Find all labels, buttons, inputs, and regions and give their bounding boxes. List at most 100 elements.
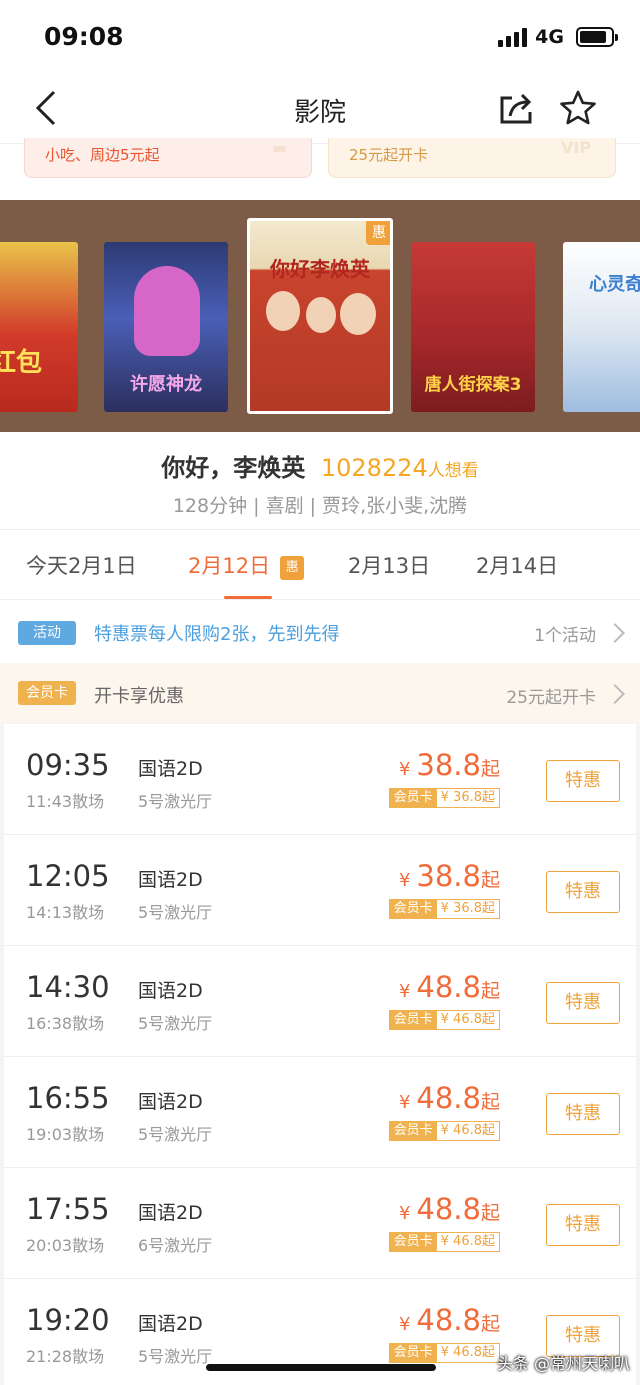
session-start-time: 17:55	[26, 1192, 110, 1226]
want-count: 1028224	[320, 454, 428, 482]
poster-item-selected[interactable]: 你好李焕英 惠	[247, 218, 393, 414]
session-row[interactable]: 14:30 16:38散场 国语2D 5号激光厅 ¥48.8起 会员卡 ¥ 46.…	[4, 946, 636, 1057]
session-row[interactable]: 12:05 14:13散场 国语2D 5号激光厅 ¥38.8起 会员卡 ¥ 36.…	[4, 835, 636, 946]
price-amount: 48.8	[416, 970, 481, 1004]
session-price: ¥48.8起	[399, 1192, 500, 1226]
session-end-time: 20:03散场	[26, 1236, 105, 1255]
member-price: ¥ 36.8起	[440, 901, 495, 916]
session-price: ¥48.8起	[399, 1081, 500, 1115]
member-price-badge: 会员卡 ¥ 36.8起	[388, 899, 500, 919]
poster-item[interactable]: 唐人街探案3	[411, 242, 535, 412]
poster-art: 你好李焕英	[250, 221, 390, 411]
member-price-badge: 会员卡 ¥ 46.8起	[388, 1232, 500, 1252]
chevron-right-icon	[605, 623, 625, 643]
buy-discount-button[interactable]: 特惠	[546, 1204, 620, 1246]
watermark: 头条 @常州天喇叭	[496, 1354, 630, 1373]
activity-count: 1个活动	[534, 626, 596, 646]
movie-info: 你好，李焕英 1028224人想看 128分钟 | 喜剧 | 贾玲,张小斐,沈腾	[0, 432, 640, 530]
tab-date-active[interactable]: 2月12日惠	[188, 550, 305, 580]
poster-item[interactable]: 心灵奇旅	[563, 242, 640, 412]
chevron-right-icon	[605, 684, 625, 704]
session-end-time: 16:38散场	[26, 1014, 105, 1033]
session-start-time: 16:55	[26, 1081, 110, 1115]
poster-carousel[interactable]: 红包 许愿神龙 你好李焕英 惠 唐人街探案3 心灵奇旅	[0, 200, 640, 432]
session-row[interactable]: 17:55 20:03散场 国语2D 6号激光厅 ¥48.8起 会员卡 ¥ 46.…	[4, 1168, 636, 1279]
tab-date[interactable]: 2月13日	[348, 550, 430, 580]
person-figure	[306, 297, 336, 333]
page-title: 影院	[293, 98, 346, 128]
session-start-time: 09:35	[26, 748, 110, 782]
poster-title: 许愿神龙	[130, 374, 202, 395]
session-start-time: 14:30	[26, 970, 110, 1004]
movie-meta: 128分钟 | 喜剧 | 贾玲,张小斐,沈腾	[172, 495, 468, 517]
member-price: ¥ 46.8起	[440, 1123, 495, 1138]
session-hall: 5号激光厅	[138, 1125, 213, 1144]
promo-snacks[interactable]: 小吃、周边5元起 ▬	[24, 138, 312, 178]
activity-row[interactable]: 活动 特惠票每人限购2张，先到先得 1个活动	[0, 601, 640, 663]
home-indicator[interactable]	[206, 1364, 436, 1371]
currency-symbol: ¥	[398, 1092, 411, 1113]
activity-tag: 活动	[18, 621, 76, 645]
share-icon[interactable]	[496, 88, 536, 128]
price-suffix: 起	[480, 758, 500, 780]
vip-deco: VIP	[560, 138, 591, 157]
tab-date-label: 2月12日	[188, 554, 271, 578]
member-price: ¥ 36.8起	[440, 790, 495, 805]
price-amount: 48.8	[416, 1081, 481, 1115]
promo-vip[interactable]: 25元起开卡 VIP	[328, 138, 616, 178]
session-price: ¥48.8起	[399, 970, 500, 1004]
status-indicators: 4G	[498, 26, 618, 48]
session-row[interactable]: 09:35 11:43散场 国语2D 5号激光厅 ¥38.8起 会员卡 ¥ 36.…	[4, 724, 636, 835]
network-type: 4G	[535, 26, 564, 48]
poster-art: 唐人街探案3	[411, 242, 535, 412]
session-row[interactable]: 16:55 19:03散场 国语2D 5号激光厅 ¥48.8起 会员卡 ¥ 46.…	[4, 1057, 636, 1168]
discount-badge: 惠	[280, 556, 305, 580]
status-time: 09:08	[44, 22, 124, 51]
session-start-time: 12:05	[26, 859, 110, 893]
member-price: ¥ 46.8起	[440, 1345, 495, 1360]
tab-date-today[interactable]: 今天2月1日	[26, 550, 137, 580]
price-suffix: 起	[480, 1091, 500, 1113]
member-price: 25元起开卡	[506, 688, 596, 708]
battery-icon	[576, 27, 618, 47]
tab-date[interactable]: 2月14日	[476, 550, 558, 580]
session-hall: 5号激光厅	[138, 792, 213, 811]
price-amount: 38.8	[416, 859, 481, 893]
buy-discount-button[interactable]: 特惠	[546, 1093, 620, 1135]
star-icon[interactable]	[556, 86, 600, 130]
status-bar: 09:08 4G	[0, 0, 640, 72]
price-amount: 48.8	[416, 1192, 481, 1226]
member-tag: 会员卡	[18, 681, 76, 705]
currency-symbol: ¥	[398, 759, 411, 780]
price-suffix: 起	[480, 1313, 500, 1335]
member-price-badge: 会员卡 ¥ 46.8起	[388, 1121, 500, 1141]
buy-discount-button[interactable]: 特惠	[546, 982, 620, 1024]
session-hall: 5号激光厅	[138, 1347, 213, 1366]
activity-text: 特惠票每人限购2张，先到先得	[94, 624, 340, 645]
poster-title: 红包	[0, 348, 42, 378]
member-price-badge: 会员卡 ¥ 46.8起	[388, 1010, 500, 1030]
member-price: ¥ 46.8起	[440, 1012, 495, 1027]
discount-badge: 惠	[366, 221, 390, 245]
date-tabs: 今天2月1日 2月12日惠 2月13日 2月14日	[0, 530, 640, 600]
session-end-time: 21:28散场	[26, 1347, 105, 1366]
person-figure	[266, 291, 300, 331]
currency-symbol: ¥	[398, 981, 411, 1002]
member-card-row[interactable]: 会员卡 开卡享优惠 25元起开卡	[0, 663, 640, 723]
session-language: 国语2D	[138, 980, 203, 1002]
person-figure	[340, 293, 376, 335]
promo-row: 小吃、周边5元起 ▬ 25元起开卡 VIP	[0, 138, 640, 200]
movie-title: 你好，李焕英	[161, 454, 306, 482]
buy-discount-button[interactable]: 特惠	[546, 871, 620, 913]
session-end-time: 14:13散场	[26, 903, 105, 922]
poster-item[interactable]: 红包	[0, 242, 78, 412]
buy-discount-button[interactable]: 特惠	[546, 760, 620, 802]
member-price: ¥ 46.8起	[440, 1234, 495, 1249]
session-language: 国语2D	[138, 1202, 203, 1224]
session-list: 09:35 11:43散场 国语2D 5号激光厅 ¥38.8起 会员卡 ¥ 36.…	[0, 723, 640, 1385]
active-tab-indicator	[224, 596, 272, 599]
session-language: 国语2D	[138, 869, 203, 891]
promo-vip-label: 25元起开卡	[349, 146, 429, 164]
member-text: 开卡享优惠	[94, 686, 184, 707]
poster-item[interactable]: 许愿神龙	[104, 242, 228, 412]
